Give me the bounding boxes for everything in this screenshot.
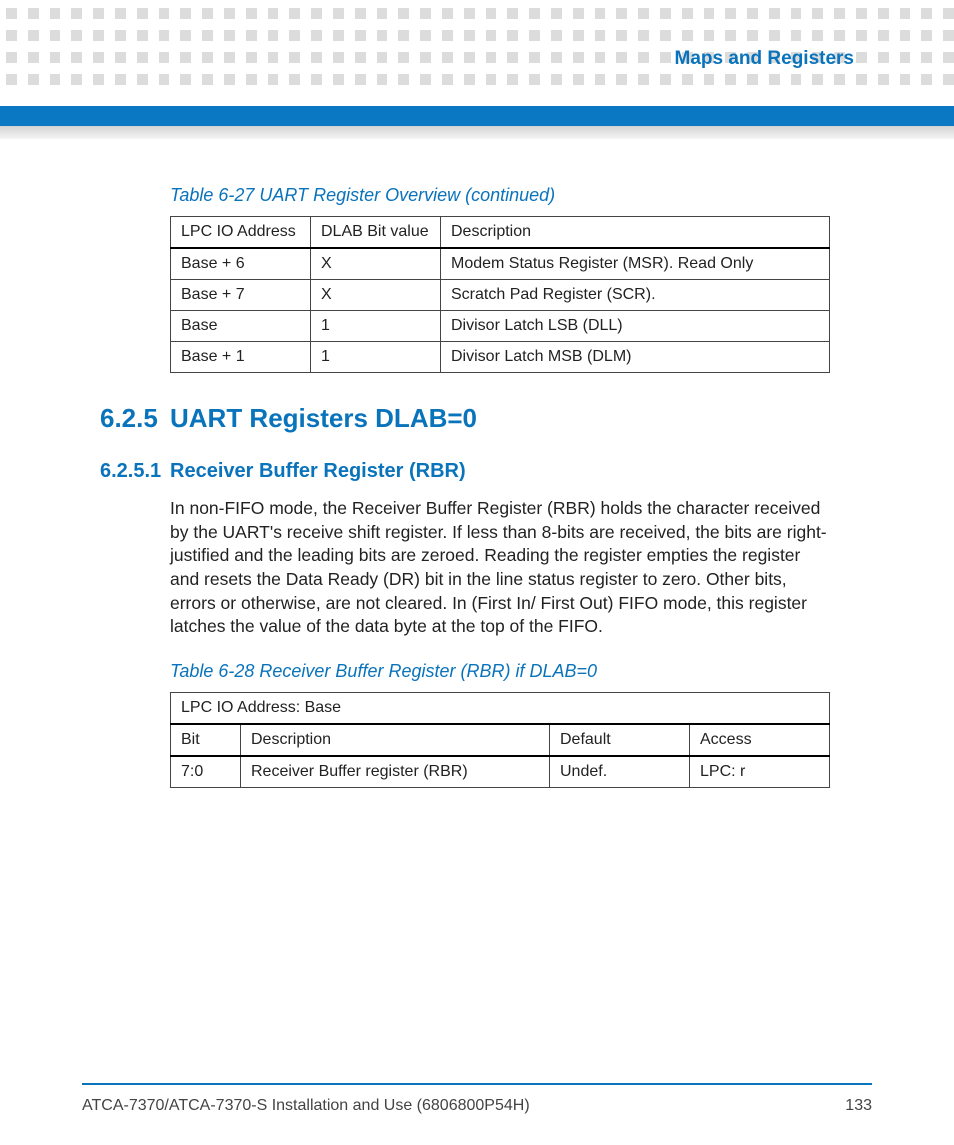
table-cell: Divisor Latch LSB (DLL) [441, 311, 830, 342]
table-header-cell: Description [441, 217, 830, 249]
table-cell: Scratch Pad Register (SCR). [441, 280, 830, 311]
table-cell: Receiver Buffer register (RBR) [241, 756, 550, 788]
table-header-cell: Default [550, 724, 690, 756]
table-header-cell: DLAB Bit value [311, 217, 441, 249]
table-cell: Base [171, 311, 311, 342]
table-cell: Base + 6 [171, 248, 311, 280]
decorative-dots-row [0, 30, 954, 42]
page-content: Table 6-27 UART Register Overview (conti… [170, 185, 830, 818]
table-row: Base 1 Divisor Latch LSB (DLL) [171, 311, 830, 342]
subsection-heading: 6.2.5.1 Receiver Buffer Register (RBR) [100, 460, 830, 483]
footer-rule [82, 1083, 872, 1085]
section-number: 6.2.5.1 [100, 460, 170, 483]
table-cell: 1 [311, 342, 441, 373]
body-paragraph: In non-FIFO mode, the Receiver Buffer Re… [170, 497, 830, 639]
table-cell: 7:0 [171, 756, 241, 788]
header-gray-bar [0, 126, 954, 139]
table-header-cell: Bit [171, 724, 241, 756]
table-row: Base + 7 X Scratch Pad Register (SCR). [171, 280, 830, 311]
section-title: UART Registers DLAB=0 [170, 403, 477, 434]
footer-page-number: 133 [845, 1097, 872, 1115]
table-cell: X [311, 248, 441, 280]
table-cell: Modem Status Register (MSR). Read Only [441, 248, 830, 280]
table-header-cell: LPC IO Address [171, 217, 311, 249]
decorative-dots-row [0, 8, 954, 20]
table-caption: Table 6-27 UART Register Overview (conti… [170, 185, 830, 206]
table-header-cell: LPC IO Address: Base [171, 692, 830, 724]
table-cell: Divisor Latch MSB (DLM) [441, 342, 830, 373]
table-cell: LPC: r [690, 756, 830, 788]
table-row: Base + 6 X Modem Status Register (MSR). … [171, 248, 830, 280]
table-header-cell: Description [241, 724, 550, 756]
table-cell: Undef. [550, 756, 690, 788]
table-cell: Base + 7 [171, 280, 311, 311]
table-cell: Base + 1 [171, 342, 311, 373]
section-title: Receiver Buffer Register (RBR) [170, 460, 466, 483]
table-caption: Table 6-28 Receiver Buffer Register (RBR… [170, 661, 830, 682]
table-row: Base + 1 1 Divisor Latch MSB (DLM) [171, 342, 830, 373]
receiver-buffer-register-table: LPC IO Address: Base Bit Description Def… [170, 692, 830, 788]
section-heading: 6.2.5 UART Registers DLAB=0 [100, 403, 830, 434]
table-cell: 1 [311, 311, 441, 342]
table-header-cell: Access [690, 724, 830, 756]
table-cell: X [311, 280, 441, 311]
chapter-title: Maps and Registers [675, 48, 855, 70]
decorative-dots-row [0, 74, 954, 86]
header-blue-bar [0, 106, 954, 126]
uart-register-overview-table: LPC IO Address DLAB Bit value Descriptio… [170, 216, 830, 373]
table-row: 7:0 Receiver Buffer register (RBR) Undef… [171, 756, 830, 788]
footer-doc-title: ATCA-7370/ATCA-7370-S Installation and U… [82, 1097, 530, 1115]
page-footer: ATCA-7370/ATCA-7370-S Installation and U… [82, 1097, 872, 1115]
section-number: 6.2.5 [100, 403, 170, 434]
